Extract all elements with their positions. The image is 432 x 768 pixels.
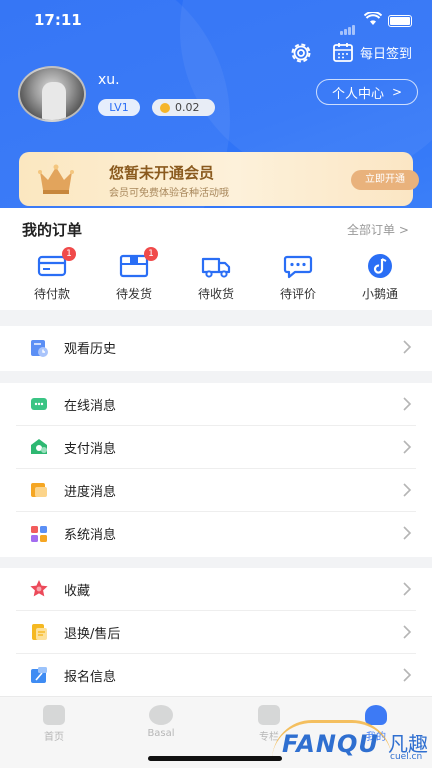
orders-title: 我的订单 [22, 221, 83, 239]
chevron-right-icon [403, 340, 412, 354]
watermark-domain: cuel.cn [390, 752, 423, 762]
chevron-right-icon [403, 440, 412, 454]
history-icon [31, 339, 48, 357]
chevron-right-icon [403, 668, 412, 682]
calendar-icon [333, 43, 353, 62]
status-bar: 17:11 [0, 10, 432, 35]
menu-item-label: 在线消息 [64, 398, 117, 414]
level-badge: LV1 [98, 99, 140, 116]
avatar-figure [42, 82, 66, 120]
coin-icon [160, 102, 170, 113]
battery-icon [388, 15, 412, 27]
menu-group-messages: 在线消息 支付消息 进度消息 系统消息 [0, 383, 432, 557]
menu-item-label: 观看历史 [64, 342, 117, 357]
system-message-icon [31, 525, 47, 542]
all-orders-label: 全部订单 [347, 223, 396, 237]
wallet-icon: 1 [37, 247, 76, 279]
tab-label: Basal [147, 728, 175, 739]
return-icon [32, 624, 47, 640]
profile-icon [365, 705, 387, 725]
menu-item-payment-message[interactable]: 支付消息 [16, 426, 416, 469]
coin-value: 0.02 [175, 101, 200, 114]
order-pending-receipt[interactable]: 待收货 [186, 253, 246, 302]
order-pending-payment[interactable]: 1 待付款 [22, 247, 82, 302]
chevron-right-icon: > [391, 85, 403, 99]
vip-banner[interactable]: 您暂未开通会员 会员可免费体验各种活动哦 立即开通 [19, 152, 419, 206]
favorite-icon [30, 580, 48, 597]
order-label: 待评价 [279, 287, 316, 301]
chevron-right-icon [403, 582, 412, 596]
package-icon: 1 [119, 247, 158, 279]
menu-item-favorites[interactable]: 收藏 [16, 568, 416, 611]
menu-item-progress-message[interactable]: 进度消息 [16, 469, 416, 512]
order-label: 待付款 [33, 287, 70, 301]
chevron-right-icon: > [398, 223, 409, 237]
menu-item-online-message[interactable]: 在线消息 [16, 383, 416, 426]
daily-checkin-button[interactable]: 每日签到 [332, 40, 412, 64]
profile-center-button[interactable]: 个人中心 > [316, 79, 418, 105]
order-label: 待收货 [197, 287, 234, 301]
menu-item-label: 支付消息 [64, 441, 117, 457]
menu-item-system-message[interactable]: 系统消息 [16, 512, 416, 555]
column-icon [258, 705, 280, 725]
watermark-logo: FANQU 凡趣 cuel.cn [272, 720, 428, 762]
vip-open-button[interactable]: 立即开通 [351, 170, 419, 190]
home-icon [43, 705, 65, 725]
chevron-right-icon [403, 483, 412, 497]
online-message-icon [31, 398, 47, 410]
orders-section: 我的订单 全部订单 > 1 待付款 1 待发货 待收货 待评价 小鹅通 [0, 208, 432, 310]
menu-item-label: 退换/售后 [64, 626, 121, 642]
menu-item-label: 进度消息 [64, 484, 117, 500]
order-xiaoetong[interactable]: 小鹅通 [350, 253, 410, 302]
avatar[interactable] [18, 66, 86, 122]
crown-icon [38, 164, 74, 194]
vip-subtitle: 会员可免费体验各种活动哦 [109, 188, 229, 199]
home-indicator [148, 756, 282, 761]
wifi-icon [364, 12, 382, 25]
tab-home[interactable]: 首页 [24, 705, 84, 743]
chat-icon [283, 253, 313, 279]
order-pending-review[interactable]: 待评价 [268, 253, 328, 302]
menu-item-label: 系统消息 [64, 528, 117, 543]
signup-info-icon [31, 666, 47, 683]
checkin-label: 每日签到 [360, 46, 413, 62]
order-badge: 1 [144, 247, 158, 261]
coin-balance: 0.02 [152, 99, 215, 116]
order-badge: 1 [62, 247, 76, 261]
menu-item-returns[interactable]: 退换/售后 [16, 611, 416, 654]
settings-gear-icon[interactable] [288, 40, 314, 66]
chevron-right-icon [403, 397, 412, 411]
chevron-right-icon [403, 526, 412, 540]
username: xu. [98, 72, 120, 88]
menu-group-history: 观看历史 [0, 326, 432, 371]
truck-icon [201, 253, 231, 279]
tab-label: 首页 [44, 732, 64, 743]
progress-message-icon [31, 483, 47, 497]
all-orders-link[interactable]: 全部订单 > [347, 221, 409, 238]
tab-basal[interactable]: Basal [131, 705, 191, 739]
watermark-brand: FANQU [282, 730, 379, 758]
vip-title: 您暂未开通会员 [109, 164, 215, 182]
goose-icon [365, 253, 395, 279]
menu-item-watch-history[interactable]: 观看历史 [16, 326, 416, 369]
basal-icon [149, 705, 173, 725]
menu-item-signup-info[interactable]: 报名信息 [16, 654, 416, 697]
menu-item-label: 报名信息 [64, 670, 117, 685]
profile-center-label: 个人中心 [331, 86, 384, 102]
signal-icon [340, 16, 358, 35]
order-pending-shipment[interactable]: 1 待发货 [104, 247, 164, 302]
status-time: 17:11 [34, 11, 82, 29]
menu-group-services: 收藏 退换/售后 报名信息 [0, 568, 432, 698]
payment-message-icon [31, 439, 47, 454]
menu-item-label: 收藏 [64, 583, 91, 599]
chevron-right-icon [403, 625, 412, 639]
order-label: 小鹅通 [361, 287, 398, 301]
order-label: 待发货 [115, 287, 152, 301]
